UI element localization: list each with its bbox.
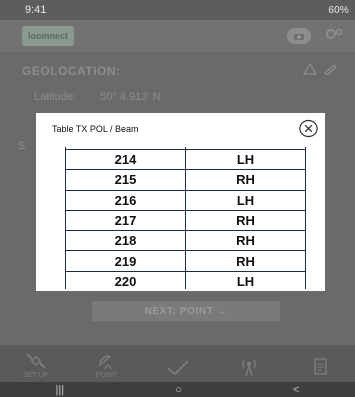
beam-cell: 219 [65,250,186,272]
tab-antenna[interactable] [213,345,284,382]
table-row[interactable]: 214 LH [65,148,306,171]
section-letter: S [18,140,26,152]
tab-setup-label: SET UP [22,372,49,379]
tab-point[interactable]: POINT [71,345,142,382]
dialog-title: Table TX POL / Beam [52,124,139,134]
close-icon[interactable] [299,119,318,138]
table-row[interactable]: 220 LH [65,270,306,289]
camera-icon[interactable] [287,28,311,44]
beam-cell: 220 [65,270,186,289]
tab-setup[interactable]: SET UP [0,345,71,382]
app-logo: loomnect [22,26,74,46]
recents-button[interactable]: ||| [56,384,65,396]
beam-cell: 216 [65,189,186,211]
status-bar: 9:41 60% [0,0,355,20]
antenna-icon [241,359,256,377]
table-row[interactable]: 217 RH [65,209,306,232]
back-button[interactable]: < [293,384,299,396]
edit-icon[interactable] [323,62,337,80]
home-button[interactable]: ○ [175,384,182,396]
status-time: 9:41 [25,4,47,16]
battery-level: 60% [328,4,349,16]
check-icon [166,360,189,376]
polarization-cell: RH [185,230,306,252]
table-row[interactable]: 219 RH [65,250,306,272]
geolocation-label: GEOLOCATION: [22,64,121,78]
dish-icon [98,355,112,370]
settings-icon[interactable] [325,27,343,45]
beam-cell: 217 [65,209,186,232]
beam-cell: 215 [65,169,186,191]
beam-table: 214 LH 215 RH 216 LH 217 RH 218 RH 219 RH 220 L… [65,147,306,289]
tab-point-label: POINT [95,372,118,379]
warning-icon[interactable] [302,62,318,80]
table-row[interactable]: 215 RH [65,169,306,191]
satellite-icon [25,353,46,369]
beam-cell: 214 [65,148,186,171]
latitude-value: 50° 4.913' N [100,91,161,103]
polarization-cell: LH [185,270,306,289]
polarization-cell: RH [185,169,306,191]
beam-cell: 218 [65,230,186,252]
tab-report[interactable] [284,345,355,382]
bottom-tab-bar: SET UP POINT [0,345,355,382]
tab-check[interactable] [142,345,213,382]
polarization-cell: LH [185,189,306,211]
table-row[interactable]: 218 RH [65,230,306,252]
table-row[interactable]: 216 LH [65,189,306,211]
app-header: loomnect [0,20,355,52]
polarization-cell: RH [185,250,306,272]
polarization-cell: LH [185,148,306,171]
document-icon [313,358,327,375]
polarization-cell: RH [185,209,306,232]
system-nav-bar: ||| ○ < [0,382,355,397]
latitude-row: Latitude: 50° 4.913' N [34,91,161,103]
next-point-button[interactable]: NEXT: POINT → [92,301,280,321]
beam-table-dialog: Table TX POL / Beam 214 LH 215 RH 216 LH 21… [36,113,325,291]
latitude-label: Latitude: [34,91,77,103]
